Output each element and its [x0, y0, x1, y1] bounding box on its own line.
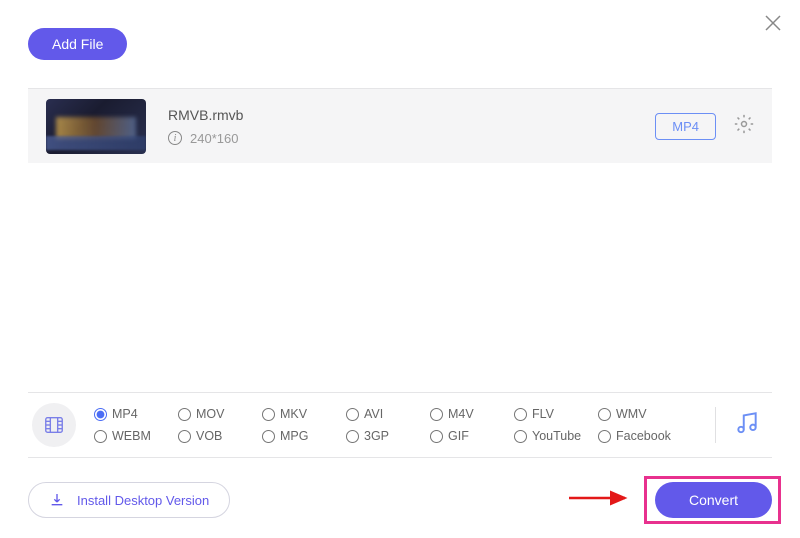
- format-label: MOV: [196, 407, 224, 421]
- video-category-button[interactable]: [32, 403, 76, 447]
- file-meta-row: i 240*160: [168, 131, 655, 146]
- close-icon: [764, 14, 782, 32]
- format-radio[interactable]: [94, 408, 107, 421]
- format-radio[interactable]: [514, 430, 527, 443]
- target-format-badge[interactable]: MP4: [655, 113, 716, 140]
- format-radio[interactable]: [94, 430, 107, 443]
- format-option-webm[interactable]: WEBM: [94, 429, 174, 443]
- format-label: WEBM: [112, 429, 151, 443]
- format-label: 3GP: [364, 429, 389, 443]
- format-radio[interactable]: [346, 430, 359, 443]
- convert-button[interactable]: Convert: [655, 482, 772, 518]
- format-label: GIF: [448, 429, 469, 443]
- format-label: AVI: [364, 407, 383, 421]
- format-radio[interactable]: [514, 408, 527, 421]
- top-toolbar: Add File: [0, 0, 800, 74]
- bottom-bar: Install Desktop Version Convert: [28, 482, 772, 518]
- audio-category-button[interactable]: [734, 410, 760, 441]
- music-icon: [734, 410, 760, 436]
- file-name: RMVB.rmvb: [168, 107, 655, 123]
- settings-button[interactable]: [734, 114, 754, 139]
- format-radio[interactable]: [178, 408, 191, 421]
- file-info: RMVB.rmvb i 240*160: [168, 107, 655, 146]
- file-resolution: 240*160: [190, 131, 238, 146]
- format-label: MP4: [112, 407, 138, 421]
- format-option-mov[interactable]: MOV: [178, 407, 258, 421]
- format-radio[interactable]: [262, 430, 275, 443]
- format-radio[interactable]: [346, 408, 359, 421]
- download-icon: [49, 492, 65, 508]
- format-option-mpg[interactable]: MPG: [262, 429, 342, 443]
- install-desktop-button[interactable]: Install Desktop Version: [28, 482, 230, 518]
- format-option-m4v[interactable]: M4V: [430, 407, 510, 421]
- format-option-vob[interactable]: VOB: [178, 429, 258, 443]
- format-section: MP4 MOV MKV AVI M4V FLV WMV WEBM VOB MPG 3GP GIF You…: [28, 392, 772, 458]
- format-radio[interactable]: [178, 430, 191, 443]
- divider: [715, 407, 716, 443]
- format-option-mp4[interactable]: MP4: [94, 407, 174, 421]
- format-label: WMV: [616, 407, 647, 421]
- info-icon[interactable]: i: [168, 131, 182, 145]
- add-file-button[interactable]: Add File: [28, 28, 127, 60]
- format-radio[interactable]: [430, 430, 443, 443]
- format-label: VOB: [196, 429, 222, 443]
- format-label: YouTube: [532, 429, 581, 443]
- format-label: FLV: [532, 407, 554, 421]
- format-option-gif[interactable]: GIF: [430, 429, 510, 443]
- format-option-avi[interactable]: AVI: [346, 407, 426, 421]
- format-label: Facebook: [616, 429, 671, 443]
- gear-icon: [734, 114, 754, 134]
- format-option-3gp[interactable]: 3GP: [346, 429, 426, 443]
- format-option-wmv[interactable]: WMV: [598, 407, 678, 421]
- file-row: RMVB.rmvb i 240*160 MP4: [28, 88, 772, 163]
- format-option-flv[interactable]: FLV: [514, 407, 594, 421]
- format-radio[interactable]: [262, 408, 275, 421]
- format-option-youtube[interactable]: YouTube: [514, 429, 594, 443]
- format-option-facebook[interactable]: Facebook: [598, 429, 678, 443]
- format-label: M4V: [448, 407, 474, 421]
- format-label: MKV: [280, 407, 307, 421]
- formats-grid: MP4 MOV MKV AVI M4V FLV WMV WEBM VOB MPG 3GP GIF You…: [94, 407, 697, 443]
- format-radio[interactable]: [598, 408, 611, 421]
- install-desktop-label: Install Desktop Version: [77, 493, 209, 508]
- format-option-mkv[interactable]: MKV: [262, 407, 342, 421]
- film-icon: [43, 414, 65, 436]
- format-radio[interactable]: [598, 430, 611, 443]
- format-radio[interactable]: [430, 408, 443, 421]
- format-label: MPG: [280, 429, 308, 443]
- video-thumbnail[interactable]: [46, 99, 146, 154]
- close-button[interactable]: [764, 12, 782, 38]
